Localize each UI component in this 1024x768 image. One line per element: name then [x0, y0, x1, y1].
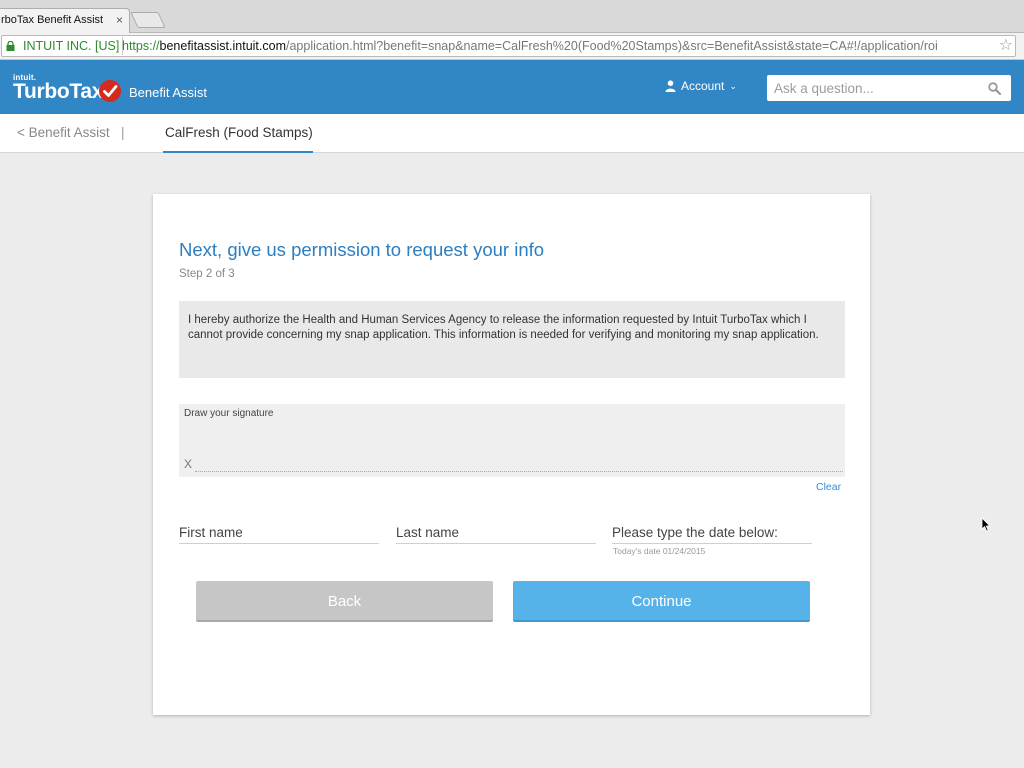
step-indicator: Step 2 of 3: [179, 268, 235, 280]
date-field-wrapper: [612, 522, 812, 544]
url-scheme: https://: [122, 39, 160, 53]
signature-x-mark: X: [184, 457, 193, 471]
page-title: Next, give us permission to request your…: [179, 239, 545, 260]
url-host: benefitassist.intuit.com: [159, 39, 286, 53]
product-name: Benefit Assist: [129, 85, 208, 100]
date-input[interactable]: [612, 522, 812, 542]
signature-pad[interactable]: Draw your signature X: [179, 404, 845, 477]
nav-separator: |: [121, 125, 125, 140]
authorization-text: I hereby authorize the Health and Human …: [179, 301, 845, 378]
clear-signature-link[interactable]: Clear: [816, 481, 841, 493]
search-icon[interactable]: [988, 82, 1001, 95]
continue-button[interactable]: Continue: [513, 581, 810, 622]
turbotax-check-icon: [99, 80, 121, 102]
url-field[interactable]: INTUIT INC. [US] https://benefitassist.i…: [1, 35, 1016, 57]
back-to-benefit-assist-link[interactable]: < Benefit Assist: [17, 125, 110, 140]
tab-close-icon[interactable]: ×: [116, 9, 123, 32]
site-header: intuit. TurboTax Benefit Assist Account …: [0, 60, 1024, 114]
browser-tab[interactable]: rboTax Benefit Assist ×: [0, 8, 130, 33]
application-card: Next, give us permission to request your…: [153, 194, 870, 715]
signature-label: Draw your signature: [184, 408, 274, 419]
user-icon: [665, 80, 676, 92]
bookmark-star-icon[interactable]: ☆: [999, 36, 1013, 56]
first-name-input[interactable]: [179, 522, 379, 542]
last-name-field-wrapper: [396, 522, 596, 544]
tab-calfresh[interactable]: CalFresh (Food Stamps): [163, 114, 313, 153]
tab-title: rboTax Benefit Assist: [1, 14, 104, 26]
search-box: [767, 75, 1011, 101]
todays-date-hint: Today's date 01/24/2015: [613, 546, 706, 556]
account-label: Account: [681, 79, 725, 93]
tab-calfresh-label: CalFresh (Food Stamps): [165, 125, 313, 140]
browser-address-bar: INTUIT INC. [US] https://benefitassist.i…: [0, 33, 1024, 60]
first-name-field-wrapper: [179, 522, 379, 544]
back-button[interactable]: Back: [196, 581, 493, 622]
signature-line: [195, 471, 843, 472]
turbotax-logo[interactable]: TurboTax: [13, 80, 103, 104]
search-input[interactable]: [767, 75, 977, 101]
url-text: https://benefitassist.intuit.com/applica…: [122, 36, 938, 56]
sub-navigation: < Benefit Assist | CalFresh (Food Stamps…: [0, 114, 1024, 153]
lock-icon: [6, 41, 15, 51]
url-path: /application.html?benefit=snap&name=CalF…: [285, 39, 938, 53]
account-menu[interactable]: Account ⌄: [665, 79, 737, 93]
last-name-input[interactable]: [396, 522, 596, 542]
browser-tab-bar: rboTax Benefit Assist ×: [0, 0, 1024, 33]
ev-certificate-label[interactable]: INTUIT INC. [US]: [20, 37, 124, 55]
new-tab-button[interactable]: [130, 12, 166, 28]
chevron-down-icon: ⌄: [729, 80, 737, 91]
mouse-cursor-icon: [981, 517, 991, 532]
